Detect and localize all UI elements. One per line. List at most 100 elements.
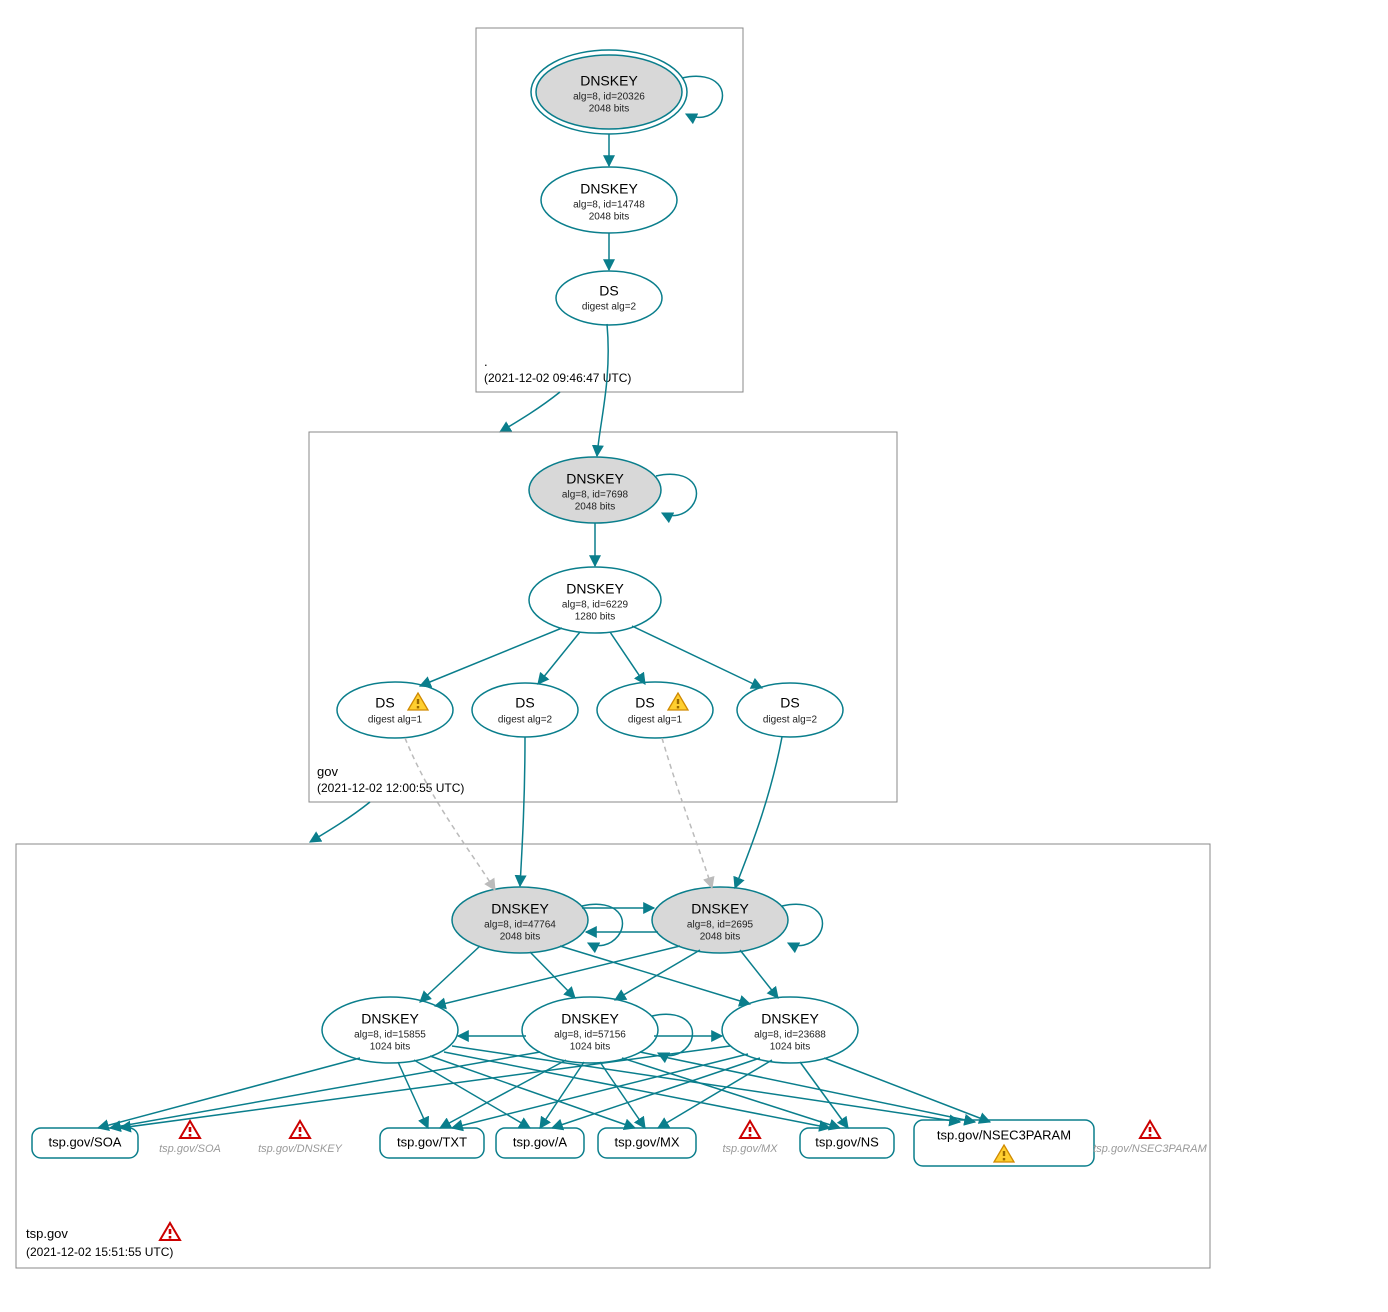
rr-txt: tsp.gov/TXT [380,1128,484,1158]
rrerr-soa: tsp.gov/SOA [159,1121,221,1155]
svg-text:DNSKEY: DNSKEY [580,181,638,197]
rr-ns: tsp.gov/NS [800,1128,894,1158]
node-gov-ksk: DNSKEY alg=8, id=7698 2048 bits [529,457,661,523]
zone-name-tsp: tsp.gov [26,1226,68,1241]
dnssec-graph: . (2021-12-02 09:46:47 UTC) DNSKEY alg=8… [0,0,1388,1312]
zone-arrow-gov-tsp [310,802,370,842]
selfloop-root-ksk [682,76,723,117]
e-z3-mx [658,1060,772,1128]
svg-text:alg=8, id=2695: alg=8, id=2695 [687,920,754,931]
svg-text:1024 bits: 1024 bits [770,1042,811,1053]
svg-text:DNSKEY: DNSKEY [761,1011,819,1027]
rr-nsec3param: tsp.gov/NSEC3PARAM [914,1120,1094,1166]
error-icon [1140,1121,1160,1138]
svg-text:tsp.gov/TXT: tsp.gov/TXT [397,1134,467,1149]
edge-govzsk-ds3 [610,632,645,684]
error-icon [160,1223,180,1240]
svg-text:alg=8, id=6229: alg=8, id=6229 [562,600,629,611]
svg-text:tsp.gov/NS: tsp.gov/NS [815,1134,879,1149]
e-z1-soa [98,1058,360,1128]
svg-text:2048 bits: 2048 bits [575,502,616,513]
svg-text:tsp.gov/SOA: tsp.gov/SOA [159,1143,221,1155]
edge-govzsk-ds2 [538,632,580,684]
edge-govzsk-ds4 [632,626,762,688]
svg-text:DNSKEY: DNSKEY [361,1011,419,1027]
svg-text:DNSKEY: DNSKEY [566,581,624,597]
svg-text:tsp.gov/SOA: tsp.gov/SOA [49,1134,122,1149]
svg-text:digest alg=2: digest alg=2 [763,715,818,726]
svg-text:DNSKEY: DNSKEY [580,73,638,89]
node-gov-ds4: DS digest alg=2 [737,683,843,737]
node-tsp-zsk3: DNSKEY alg=8, id=23688 1024 bits [722,997,858,1063]
rr-mx: tsp.gov/MX [598,1128,696,1158]
edge-ksk2-zsk3 [740,950,778,998]
svg-text:tsp.gov/A: tsp.gov/A [513,1134,568,1149]
edge-ds2-ksk1 [520,737,525,886]
svg-text:DNSKEY: DNSKEY [491,901,549,917]
edge-ds3-ksk2 [662,738,712,888]
error-icon [180,1121,200,1138]
node-gov-zsk: DNSKEY alg=8, id=6229 1280 bits [529,567,661,633]
edge-ksk1-zsk2 [530,952,575,998]
svg-text:digest alg=1: digest alg=1 [368,715,423,726]
svg-text:alg=8, id=57156: alg=8, id=57156 [554,1030,626,1041]
node-root-ds: DS digest alg=2 [556,271,662,325]
error-icon [740,1121,760,1138]
svg-text:2048 bits: 2048 bits [500,932,541,943]
zone-ts-root: (2021-12-02 09:46:47 UTC) [484,371,631,385]
svg-text:tsp.gov/MX: tsp.gov/MX [722,1143,778,1155]
svg-text:DS: DS [599,283,618,299]
svg-text:DS: DS [515,695,534,711]
node-root-ksk: DNSKEY alg=8, id=20326 2048 bits [531,50,687,134]
edge-ds4-ksk2 [735,737,782,888]
edge-ds1-ksk1 [405,738,495,890]
selfloop-gov-ksk [656,474,697,515]
rrerr-nsec3: tsp.gov/NSEC3PARAM [1093,1121,1207,1155]
svg-text:alg=8, id=7698: alg=8, id=7698 [562,490,629,501]
svg-text:alg=8, id=23688: alg=8, id=23688 [754,1030,826,1041]
svg-text:2048 bits: 2048 bits [589,104,630,115]
svg-text:digest alg=1: digest alg=1 [628,715,683,726]
svg-text:2048 bits: 2048 bits [700,932,741,943]
e-z1-nsec [452,1046,960,1122]
svg-text:alg=8, id=15855: alg=8, id=15855 [354,1030,426,1041]
edge-rootds-govksk [597,324,608,456]
edge-ksk2-zsk2 [615,950,700,1000]
zone-name-gov: gov [317,764,338,779]
zone-name-root: . [484,354,488,369]
zone-ts-tsp: (2021-12-02 15:51:55 UTC) [26,1245,173,1259]
svg-text:tsp.gov/MX: tsp.gov/MX [614,1134,679,1149]
node-tsp-ksk1: DNSKEY alg=8, id=47764 2048 bits [452,887,588,953]
svg-text:1024 bits: 1024 bits [370,1042,411,1053]
node-gov-ds1: DS digest alg=1 [337,682,453,738]
svg-text:tsp.gov/DNSKEY: tsp.gov/DNSKEY [258,1143,342,1155]
svg-text:DS: DS [635,695,654,711]
node-gov-ds2: DS digest alg=2 [472,683,578,737]
e-z3-nsec [824,1058,990,1122]
svg-text:digest alg=2: digest alg=2 [498,715,553,726]
svg-text:DS: DS [375,695,394,711]
svg-text:1024 bits: 1024 bits [570,1042,611,1053]
svg-text:DS: DS [780,695,799,711]
svg-text:DNSKEY: DNSKEY [561,1011,619,1027]
error-icon [290,1121,310,1138]
zone-arrow-root-gov [500,392,560,432]
svg-text:alg=8, id=14748: alg=8, id=14748 [573,200,645,211]
svg-text:DNSKEY: DNSKEY [691,901,749,917]
edge-ksk1-zsk1 [420,946,480,1002]
svg-text:alg=8, id=47764: alg=8, id=47764 [484,920,556,931]
node-tsp-ksk2: DNSKEY alg=8, id=2695 2048 bits [652,887,788,953]
e-z2-soa [110,1052,540,1128]
zone-ts-gov: (2021-12-02 12:00:55 UTC) [317,781,464,795]
edge-govzsk-ds1 [420,628,562,686]
edge-ksk1-zsk3 [560,946,750,1004]
svg-text:DNSKEY: DNSKEY [566,471,624,487]
svg-text:digest alg=2: digest alg=2 [582,302,637,313]
node-tsp-zsk1: DNSKEY alg=8, id=15855 1024 bits [322,997,458,1063]
node-gov-ds3: DS digest alg=1 [597,682,713,738]
rr-soa: tsp.gov/SOA [32,1128,138,1158]
svg-text:tsp.gov/NSEC3PARAM: tsp.gov/NSEC3PARAM [937,1127,1071,1142]
node-root-zsk: DNSKEY alg=8, id=14748 2048 bits [541,167,677,233]
e-z3-txt [452,1054,748,1128]
node-tsp-zsk2: DNSKEY alg=8, id=57156 1024 bits [522,997,658,1063]
